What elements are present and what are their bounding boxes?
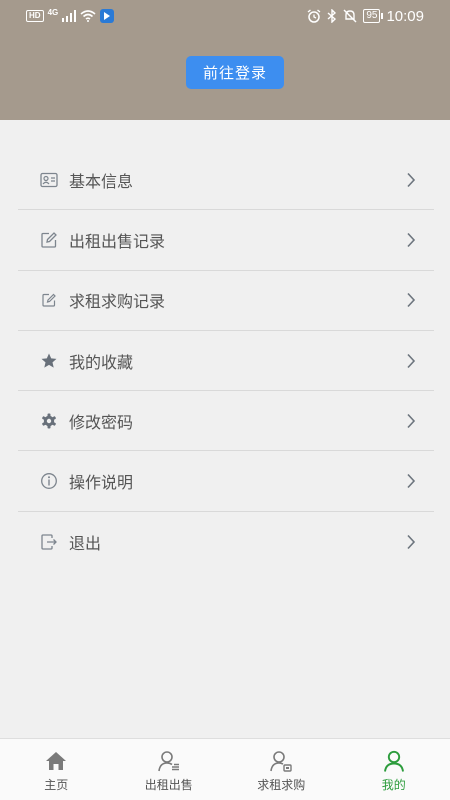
tab-label: 我的 [381, 778, 406, 792]
chevron-right-icon [407, 353, 416, 368]
tab-label: 出租出售 [144, 778, 193, 792]
menu-item-wanted-records[interactable]: 求租求购记录 [18, 271, 434, 331]
tab-label: 主页 [44, 778, 69, 792]
mute-bell-icon [343, 9, 357, 23]
tab-home[interactable]: 主页 [0, 739, 113, 800]
wifi-icon [80, 10, 96, 22]
network-type: 4G [47, 8, 59, 17]
clock: 10:09 [386, 7, 424, 25]
bluetooth-icon [327, 9, 337, 23]
menu-item-logout[interactable]: 退出 [18, 512, 434, 572]
star-icon [41, 353, 57, 368]
status-bar: HD 4G 95 10:09 [0, 0, 450, 32]
tab-mine[interactable]: 我的 [338, 739, 450, 800]
hd-badge: HD [26, 10, 44, 22]
menu-item-instructions[interactable]: 操作说明 [18, 451, 434, 512]
home-icon [46, 752, 67, 770]
menu-label: 求租求购记录 [69, 292, 166, 312]
alarm-icon [307, 9, 321, 23]
tab-label: 求租求购 [257, 778, 306, 792]
chevron-right-icon [407, 232, 416, 247]
status-left: HD 4G [26, 8, 115, 24]
pencil-square-icon [42, 293, 56, 307]
menu-label: 修改密码 [69, 412, 134, 432]
chevron-right-icon [407, 413, 416, 428]
chevron-right-icon [407, 534, 416, 549]
tab-rent-sale[interactable]: 出租出售 [113, 739, 226, 800]
battery-indicator: 95 [363, 9, 384, 23]
user-list-icon [157, 751, 179, 772]
menu-label: 我的收藏 [69, 352, 134, 372]
chevron-right-icon [407, 474, 416, 489]
signal-icon [62, 10, 77, 22]
menu-item-rent-sale-records[interactable]: 出租出售记录 [18, 210, 434, 271]
tab-wanted[interactable]: 求租求购 [225, 739, 338, 800]
id-card-icon [40, 172, 58, 187]
status-right: 95 10:09 [307, 7, 424, 25]
chevron-right-icon [407, 172, 416, 187]
menu-label: 基本信息 [69, 171, 134, 191]
menu-item-change-password[interactable]: 修改密码 [18, 391, 434, 452]
menu-item-basic-info[interactable]: 基本信息 [18, 150, 434, 211]
app-notification-icon [100, 9, 115, 23]
bottom-tab-bar: 主页 出租出售 求租求购 我的 [0, 738, 450, 800]
info-icon [41, 473, 57, 490]
logout-icon [41, 534, 57, 550]
profile-menu: 基本信息 出租出售记录 求租求购记录 我的收藏 修改密码 操作说明 退出 [18, 150, 434, 572]
user-icon [383, 750, 404, 772]
menu-label: 出租出售记录 [69, 231, 166, 251]
menu-label: 退出 [69, 533, 102, 553]
menu-label: 操作说明 [69, 473, 134, 493]
login-button[interactable]: 前往登录 [186, 56, 284, 89]
edit-icon [41, 232, 57, 248]
chevron-right-icon [407, 293, 416, 308]
user-card-icon [270, 751, 292, 772]
gear-icon [42, 413, 56, 429]
menu-item-favorites[interactable]: 我的收藏 [18, 331, 434, 392]
